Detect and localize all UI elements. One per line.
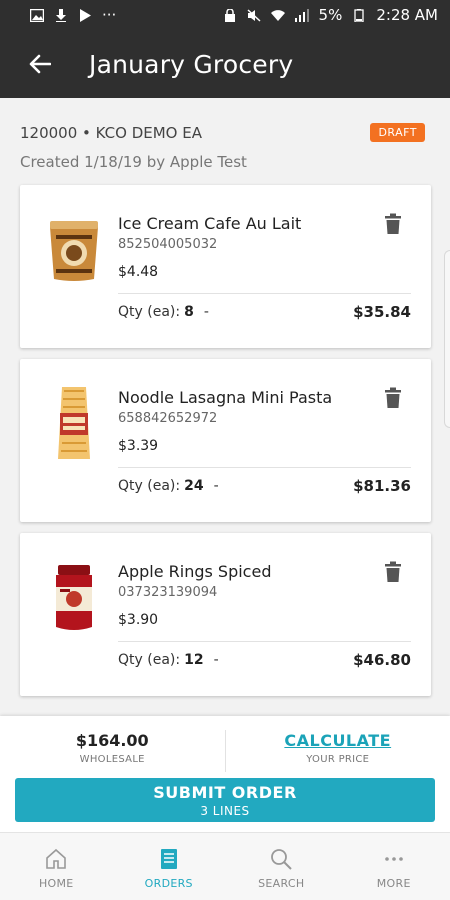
- account-info: 120000 • KCO DEMO EA: [20, 124, 202, 142]
- quantity-row: Qty (ea): 8 - $35.84: [118, 303, 411, 321]
- created-info: Created 1/18/19 by Apple Test: [20, 153, 247, 171]
- quantity-row: Qty (ea): 24 - $81.36: [118, 477, 411, 495]
- mute-icon: [247, 8, 261, 22]
- battery-icon: [354, 8, 364, 22]
- divider: [118, 641, 411, 642]
- unit-price: $3.90: [118, 612, 159, 628]
- unit-price: $3.39: [118, 438, 159, 454]
- app-bar: January Grocery: [0, 30, 450, 98]
- play-store-icon: [80, 8, 91, 22]
- unit-price: $4.48: [118, 264, 159, 280]
- qty-label: Qty (ea):: [118, 652, 181, 668]
- status-more-dots: ···: [102, 6, 117, 24]
- nav-home[interactable]: HOME: [0, 833, 113, 900]
- nav-home-label: HOME: [38, 877, 74, 890]
- order-header: 120000 • KCO DEMO EA Created 1/18/19 by …: [0, 98, 450, 178]
- line-total: $46.80: [353, 651, 411, 669]
- status-bar: ··· 5% 2:28 AM: [0, 0, 450, 30]
- wholesale-label: WHOLESALE: [79, 754, 145, 765]
- page-title: January Grocery: [89, 49, 294, 79]
- wholesale-value: $164.00: [75, 731, 149, 750]
- scroll-indicator[interactable]: [444, 250, 450, 428]
- qty-decrement[interactable]: -: [214, 478, 219, 494]
- bottom-nav: HOME ORDERS SEARCH MORE: [0, 832, 450, 900]
- qty-label: Qty (ea):: [118, 478, 181, 494]
- pasta-image: [58, 387, 90, 459]
- signal-icon: [294, 8, 309, 22]
- order-line-card[interactable]: Noodle Lasagna Mini Pasta 658842652972 $…: [20, 359, 431, 522]
- qty-label: Qty (ea):: [118, 304, 181, 320]
- product-upc: 852504005032: [118, 237, 218, 252]
- product-upc: 658842652972: [118, 411, 218, 426]
- nav-more-label: MORE: [376, 877, 411, 890]
- ice-cream-image: [50, 221, 98, 281]
- battery-percent: 5%: [318, 6, 343, 24]
- your-price-label: YOUR PRICE: [306, 754, 370, 765]
- totals-row: $164.00 WHOLESALE CALCULATE YOUR PRICE: [0, 716, 450, 776]
- qty-value[interactable]: 24: [184, 478, 203, 494]
- divider: [118, 467, 411, 468]
- calculate-link[interactable]: CALCULATE: [284, 731, 391, 750]
- nav-search-label: SEARCH: [258, 877, 305, 890]
- status-notifications: ···: [30, 6, 116, 24]
- nav-orders-label: ORDERS: [144, 877, 193, 890]
- orders-icon: [160, 849, 177, 869]
- qty-value[interactable]: 12: [184, 652, 203, 668]
- more-icon: [384, 857, 403, 861]
- qty-decrement[interactable]: -: [214, 652, 219, 668]
- back-arrow-icon: [29, 54, 51, 74]
- line-total: $35.84: [353, 303, 411, 321]
- wifi-icon: [270, 9, 285, 21]
- nav-more[interactable]: MORE: [338, 833, 450, 900]
- product-upc: 037323139094: [118, 585, 218, 600]
- status-system: 5% 2:28 AM: [223, 6, 438, 24]
- search-icon: [271, 849, 292, 870]
- divider: [118, 293, 411, 294]
- submit-lines-count: 3 LINES: [200, 803, 250, 818]
- quantity-row: Qty (ea): 12 - $46.80: [118, 651, 411, 669]
- jar-image: [56, 565, 92, 630]
- download-icon: [56, 8, 66, 22]
- status-badge: DRAFT: [370, 123, 425, 142]
- your-price: CALCULATE YOUR PRICE: [226, 716, 450, 776]
- nav-search[interactable]: SEARCH: [225, 833, 338, 900]
- order-line-card[interactable]: Ice Cream Cafe Au Lait 852504005032 $4.4…: [20, 185, 431, 348]
- back-button[interactable]: [0, 30, 80, 98]
- submit-order-label: SUBMIT ORDER: [153, 782, 297, 802]
- product-name: Apple Rings Spiced: [118, 562, 272, 581]
- nav-orders[interactable]: ORDERS: [113, 833, 226, 900]
- lock-icon: [224, 8, 235, 22]
- order-line-card[interactable]: Apple Rings Spiced 037323139094 $3.90 Qt…: [20, 533, 431, 696]
- order-footer: $164.00 WHOLESALE CALCULATE YOUR PRICE S…: [0, 716, 450, 832]
- product-name: Noodle Lasagna Mini Pasta: [118, 388, 333, 407]
- qty-decrement[interactable]: -: [204, 304, 209, 320]
- home-icon: [46, 848, 67, 869]
- product-name: Ice Cream Cafe Au Lait: [118, 214, 302, 233]
- trash-icon[interactable]: [383, 561, 403, 583]
- qty-value[interactable]: 8: [184, 304, 194, 320]
- wholesale-total: $164.00 WHOLESALE: [0, 716, 225, 776]
- trash-icon[interactable]: [383, 213, 403, 235]
- clock: 2:28 AM: [376, 6, 438, 24]
- trash-icon[interactable]: [383, 387, 403, 409]
- line-total: $81.36: [353, 477, 411, 495]
- submit-order-button[interactable]: SUBMIT ORDER 3 LINES: [15, 778, 435, 822]
- gallery-icon: [30, 8, 44, 22]
